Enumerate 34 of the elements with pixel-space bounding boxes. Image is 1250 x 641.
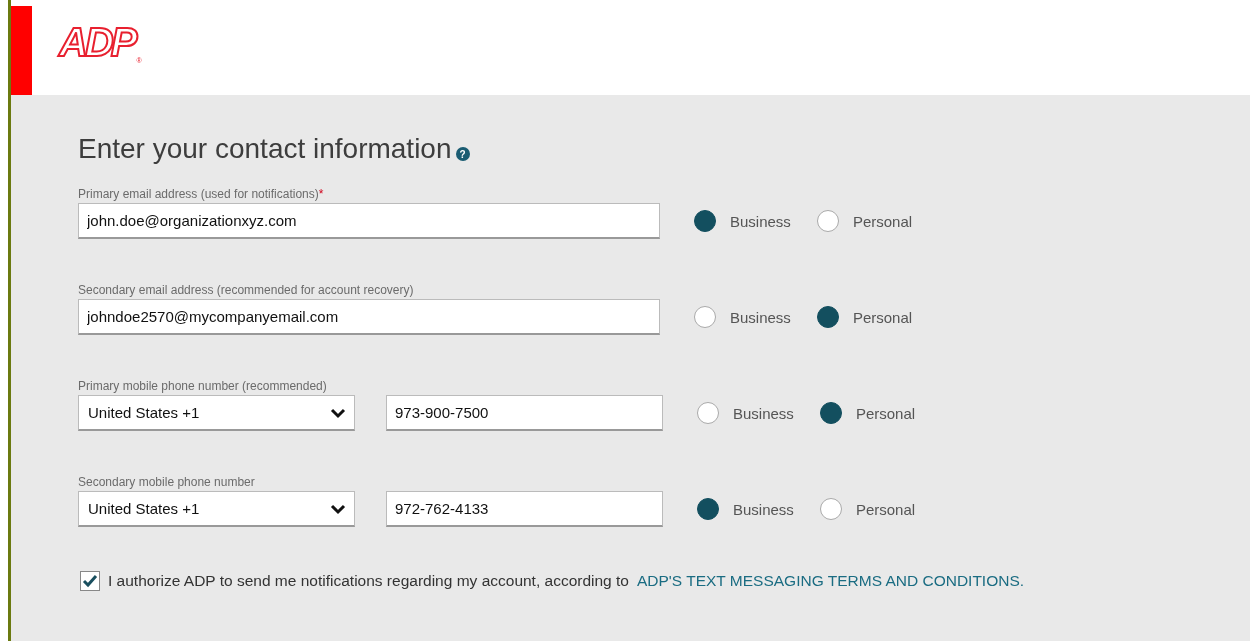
required-mark: * — [318, 187, 324, 201]
radio-button[interactable] — [819, 402, 842, 424]
radio-button[interactable] — [697, 402, 719, 424]
radio-label: Personal — [855, 500, 916, 518]
radio-label: Personal — [852, 308, 913, 326]
email-field[interactable]: johndoe2570@mycompanyemail.com — [78, 299, 660, 335]
field-label: Secondary email address (recommended for account recovery) — [78, 283, 414, 297]
field-label: Secondary mobile phone number — [78, 475, 255, 489]
email-field[interactable]: john.doe@organizationxyz.com — [78, 203, 660, 239]
phone-field[interactable]: 973-900-7500 — [386, 395, 663, 431]
radio-label: Business — [733, 404, 794, 422]
radio-button[interactable] — [816, 306, 839, 328]
radio-label: Business — [733, 500, 794, 518]
page-title: Enter your contact information — [78, 133, 452, 165]
field-label: Primary mobile phone number (recommended) — [78, 379, 327, 393]
chevron-icon — [330, 406, 346, 419]
terms-link[interactable]: ADP'S TEXT MESSAGING TERMS AND CONDITIONS. — [637, 572, 1025, 590]
radio-label: Personal — [852, 212, 913, 230]
chevron-icon — [330, 502, 346, 515]
consent-text: I authorize ADP to send me notifications regarding my account, according to — [108, 572, 629, 590]
field-label: Primary email address (used for notifications) — [78, 187, 319, 201]
radio-button[interactable] — [694, 306, 716, 328]
radio-button[interactable] — [816, 210, 839, 232]
radio-label: Personal — [855, 404, 916, 422]
country-dropdown[interactable]: United States +1 — [78, 491, 355, 527]
consent-checkbox[interactable] — [80, 571, 100, 591]
country-dropdown[interactable]: United States +1 — [78, 395, 355, 431]
radio-label: Business — [730, 308, 791, 326]
radio-label: Business — [730, 212, 791, 230]
radio-button[interactable] — [694, 210, 716, 232]
phone-field[interactable]: 972-762-4133 — [386, 491, 663, 527]
help-icon[interactable]: ? — [455, 147, 470, 161]
radio-button[interactable] — [819, 498, 842, 520]
radio-button[interactable] — [697, 498, 719, 520]
